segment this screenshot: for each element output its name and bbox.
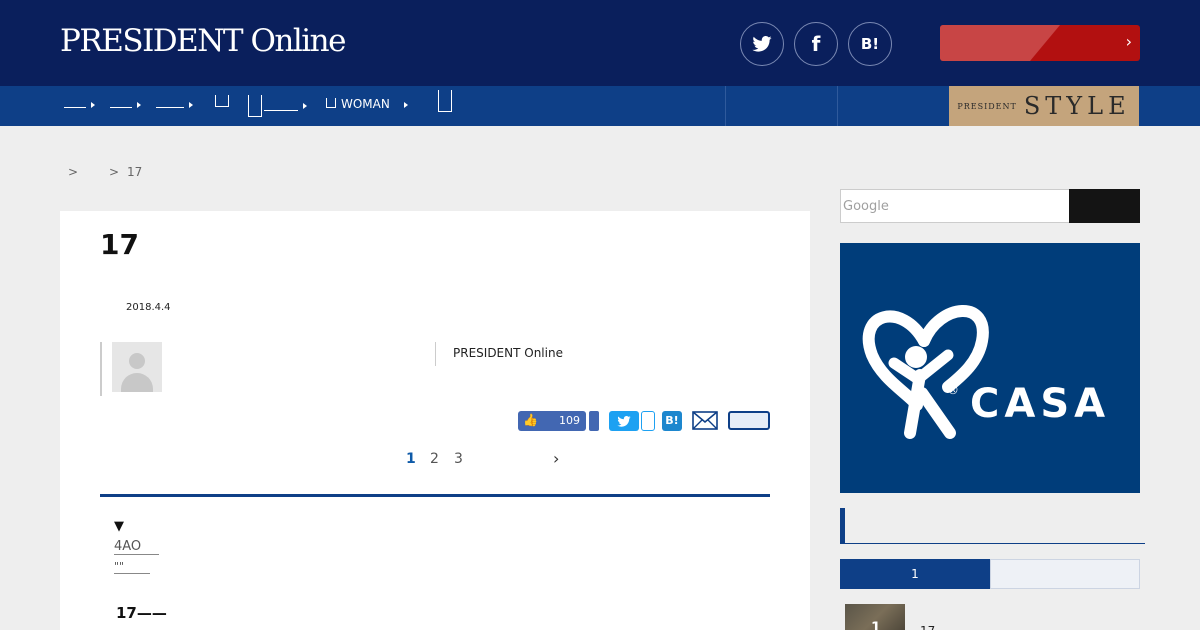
nav-item-7[interactable] (438, 90, 452, 115)
ranking-heading (840, 508, 1145, 544)
book-icon (215, 95, 229, 107)
chevron-right-icon: › (1125, 32, 1132, 51)
breadcrumb-current: 17 (127, 165, 143, 179)
facebook-like-button[interactable]: 👍 109 (518, 411, 586, 431)
facebook-button[interactable]: f (794, 22, 838, 66)
article-title: 17 (100, 228, 139, 261)
search-input[interactable] (840, 189, 1070, 223)
toc-link[interactable]: 4AO (114, 539, 160, 555)
nav-item-2[interactable] (110, 97, 141, 111)
ranking-tab-active[interactable]: 1 (840, 559, 990, 589)
mail-icon[interactable] (692, 411, 718, 430)
site-logo[interactable]: PRESIDENT Online (60, 23, 346, 59)
president-style-banner[interactable]: PRESIDENT STYLE (949, 86, 1139, 126)
ranking-item-title[interactable]: 17 (920, 624, 935, 630)
ranking-tab-inactive[interactable] (990, 559, 1140, 589)
ranking-thumbnail[interactable]: 1 (845, 604, 905, 630)
subscribe-button[interactable]: › (940, 25, 1140, 61)
nav-item-woman[interactable]: WOMAN (326, 97, 408, 111)
casa-logo-icon (862, 305, 989, 439)
facebook-icon: f (811, 32, 821, 56)
page-link-1[interactable]: 1 (406, 451, 416, 467)
nav-divider (837, 86, 838, 126)
author-divider (100, 342, 102, 396)
nav-item-3[interactable] (156, 97, 193, 111)
article-subheading: 17—— (116, 604, 167, 622)
twitter-icon (617, 415, 631, 427)
bookmark-save-button[interactable] (728, 411, 770, 430)
casa-ad-banner[interactable]: ® CASA (840, 243, 1140, 493)
twitter-button[interactable] (740, 22, 784, 66)
nav-item-1[interactable] (64, 97, 95, 111)
registered-mark: ® (947, 383, 959, 397)
magazine-icon (248, 95, 262, 117)
breadcrumb-separator: > (109, 165, 120, 179)
nav-item-4[interactable] (215, 95, 229, 110)
avatar-placeholder-icon (129, 353, 145, 369)
nav-item-5[interactable] (248, 95, 307, 117)
cta-highlight (940, 25, 1060, 61)
triangle-right-icon (91, 101, 95, 108)
publish-date: 2018.4.4 (126, 302, 171, 313)
hatena-bookmark-button[interactable]: B! (662, 411, 682, 431)
next-page-chevron-icon[interactable]: › (553, 449, 559, 468)
content-divider (100, 494, 770, 497)
breadcrumb-separator: > (68, 165, 79, 179)
publisher-divider (435, 342, 436, 366)
search-button[interactable] (1069, 189, 1140, 223)
ranking-number: 1 (871, 620, 881, 630)
page-link-2[interactable]: 2 (430, 451, 439, 467)
woman-icon (326, 98, 336, 108)
thumbs-up-icon: 👍 (523, 413, 538, 427)
grid-icon (438, 90, 452, 112)
triangle-right-icon (137, 101, 141, 108)
triangle-right-icon (303, 103, 307, 109)
nav-divider (725, 86, 726, 126)
ad-brand: CASA (970, 381, 1111, 427)
triangle-right-icon (189, 101, 193, 108)
publisher-name: PRESIDENT Online (453, 346, 563, 360)
tweet-count (641, 411, 655, 431)
hatena-button[interactable]: B! (848, 22, 892, 66)
twitter-icon (752, 36, 772, 52)
author-avatar (112, 342, 162, 392)
hatena-icon: B! (860, 35, 880, 53)
site-header: PRESIDENT Online f B! › (0, 0, 1200, 86)
triangle-right-icon (403, 101, 408, 108)
toc-link[interactable]: "" (114, 560, 151, 574)
tweet-button[interactable] (609, 411, 639, 431)
facebook-share-button[interactable] (589, 411, 599, 431)
triangle-down-icon: ▼ (114, 519, 124, 534)
like-count: 109 (559, 414, 580, 427)
page-link-3[interactable]: 3 (454, 451, 463, 467)
